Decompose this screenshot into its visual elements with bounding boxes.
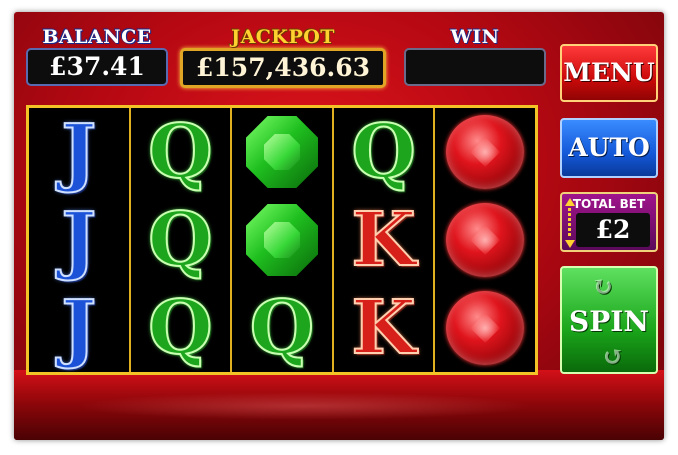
- reel-5: [435, 108, 535, 372]
- reel-2: QQQ: [131, 108, 233, 372]
- jackpot-value: £157,436.63: [180, 48, 386, 88]
- auto-button[interactable]: AUTO: [560, 118, 658, 178]
- refresh-arrow-bottom-icon: ↺: [602, 342, 624, 372]
- symbol-j: J: [60, 109, 97, 195]
- bet-adjust-arrows-icon[interactable]: [565, 198, 575, 248]
- symbol-q: Q: [147, 197, 213, 283]
- symbol-k: K: [350, 197, 416, 283]
- symbol-q: Q: [350, 109, 416, 195]
- symbol-ruby-icon: [435, 284, 535, 372]
- symbol-k: K: [350, 285, 416, 371]
- symbol-ruby-icon: [435, 108, 535, 196]
- reel-3: Q: [232, 108, 334, 372]
- jackpot-label: JACKPOT: [231, 26, 335, 48]
- balance-panel: BALANCE £37.41: [22, 26, 172, 86]
- ruby-gem-icon: [446, 291, 525, 365]
- balance-label: BALANCE: [42, 26, 152, 48]
- spin-button[interactable]: ↻ SPIN ↺: [560, 266, 658, 374]
- reel-1: JJJ: [29, 108, 131, 372]
- win-label: WIN: [450, 26, 500, 48]
- total-bet-control[interactable]: TOTAL BET £2: [560, 192, 658, 252]
- win-value: [404, 48, 546, 86]
- total-bet-label: TOTAL BET: [572, 197, 646, 211]
- jackpot-panel: JACKPOT £157,436.63: [176, 26, 390, 88]
- ruby-gem-icon: [446, 115, 525, 189]
- reel-grid: JJJQQQQQKK: [26, 105, 538, 375]
- spin-label: SPIN: [569, 305, 649, 338]
- symbol-j: J: [60, 285, 97, 371]
- stage-glow: [74, 392, 534, 420]
- win-panel: WIN: [400, 26, 550, 86]
- menu-button[interactable]: MENU: [560, 44, 658, 102]
- symbol-emerald-icon: [232, 196, 332, 284]
- game-frame: BALANCE £37.41 JACKPOT £157,436.63 WIN J…: [14, 12, 664, 440]
- emerald-gem-icon: [245, 204, 318, 276]
- balance-value: £37.41: [26, 48, 168, 86]
- bet-up-arrow-icon[interactable]: [565, 198, 575, 206]
- symbol-q: Q: [147, 109, 213, 195]
- bet-down-arrow-icon[interactable]: [565, 240, 575, 248]
- reel-4: QKK: [334, 108, 436, 372]
- symbol-q: Q: [249, 285, 315, 371]
- ruby-gem-icon: [446, 203, 525, 277]
- refresh-arrow-top-icon: ↻: [592, 272, 614, 302]
- bet-level-bar: [568, 208, 571, 238]
- symbol-emerald-icon: [232, 108, 332, 196]
- emerald-gem-icon: [245, 116, 318, 188]
- symbol-q: Q: [147, 285, 213, 371]
- symbol-j: J: [60, 197, 97, 283]
- symbol-ruby-icon: [435, 196, 535, 284]
- total-bet-value: £2: [576, 213, 650, 247]
